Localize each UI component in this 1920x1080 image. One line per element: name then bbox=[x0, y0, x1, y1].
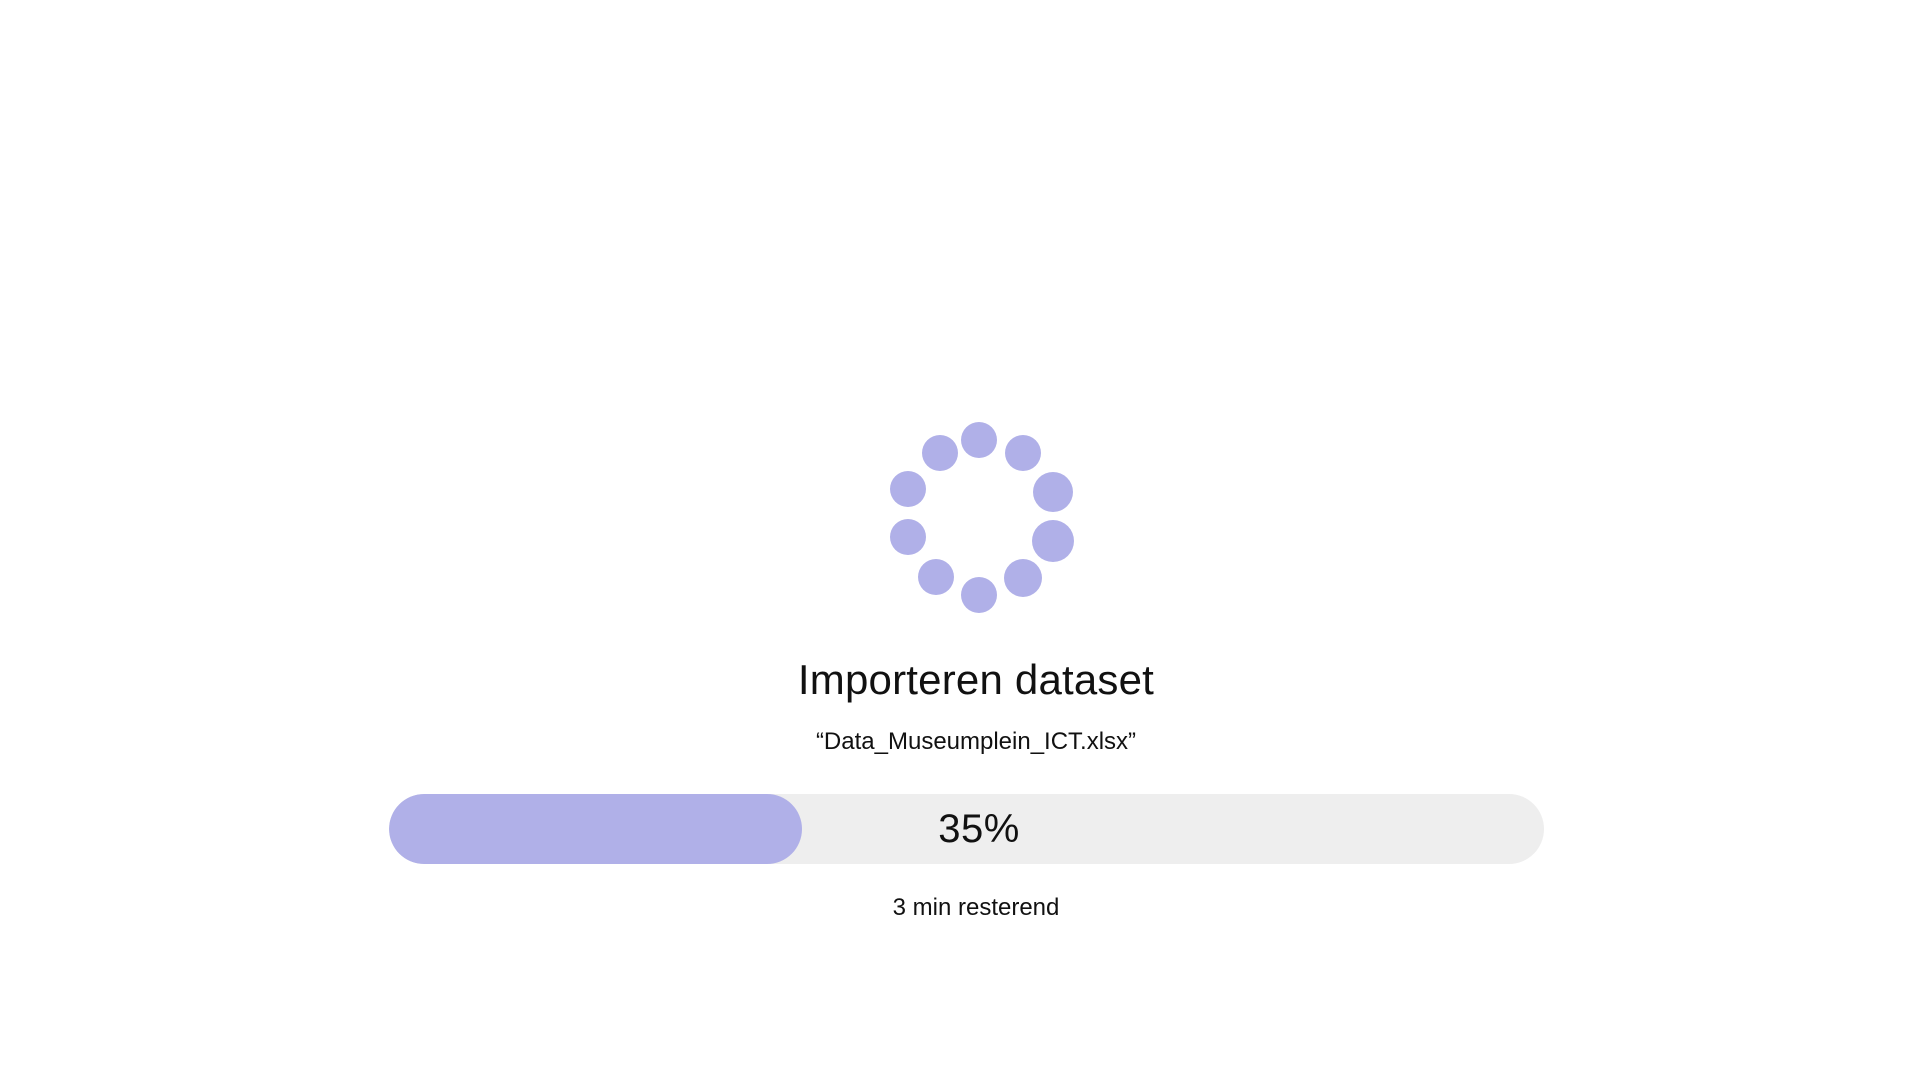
time-remaining: 3 min resterend bbox=[892, 894, 1060, 921]
spinner-dot bbox=[890, 519, 926, 555]
file-name: “Data_Museumplein_ICT.xlsx” bbox=[815, 728, 1137, 755]
spinner-dot bbox=[1004, 559, 1042, 597]
spinner-dot bbox=[1005, 435, 1041, 471]
progress-percent-label: 35% bbox=[938, 807, 1020, 851]
spinner-dot bbox=[890, 471, 926, 507]
spinner-dot bbox=[961, 577, 997, 613]
spinner-dot bbox=[1033, 472, 1073, 512]
dialog-title: Importeren dataset bbox=[797, 656, 1155, 703]
spinner-dot bbox=[922, 435, 958, 471]
spinner-dot bbox=[1032, 520, 1074, 562]
spinner-dot bbox=[961, 422, 997, 458]
import-progress-screen: Importeren dataset “Data_Museumplein_ICT… bbox=[0, 0, 1920, 1080]
progress-bar: 35% bbox=[389, 794, 1544, 864]
spinner-dot bbox=[918, 559, 954, 595]
